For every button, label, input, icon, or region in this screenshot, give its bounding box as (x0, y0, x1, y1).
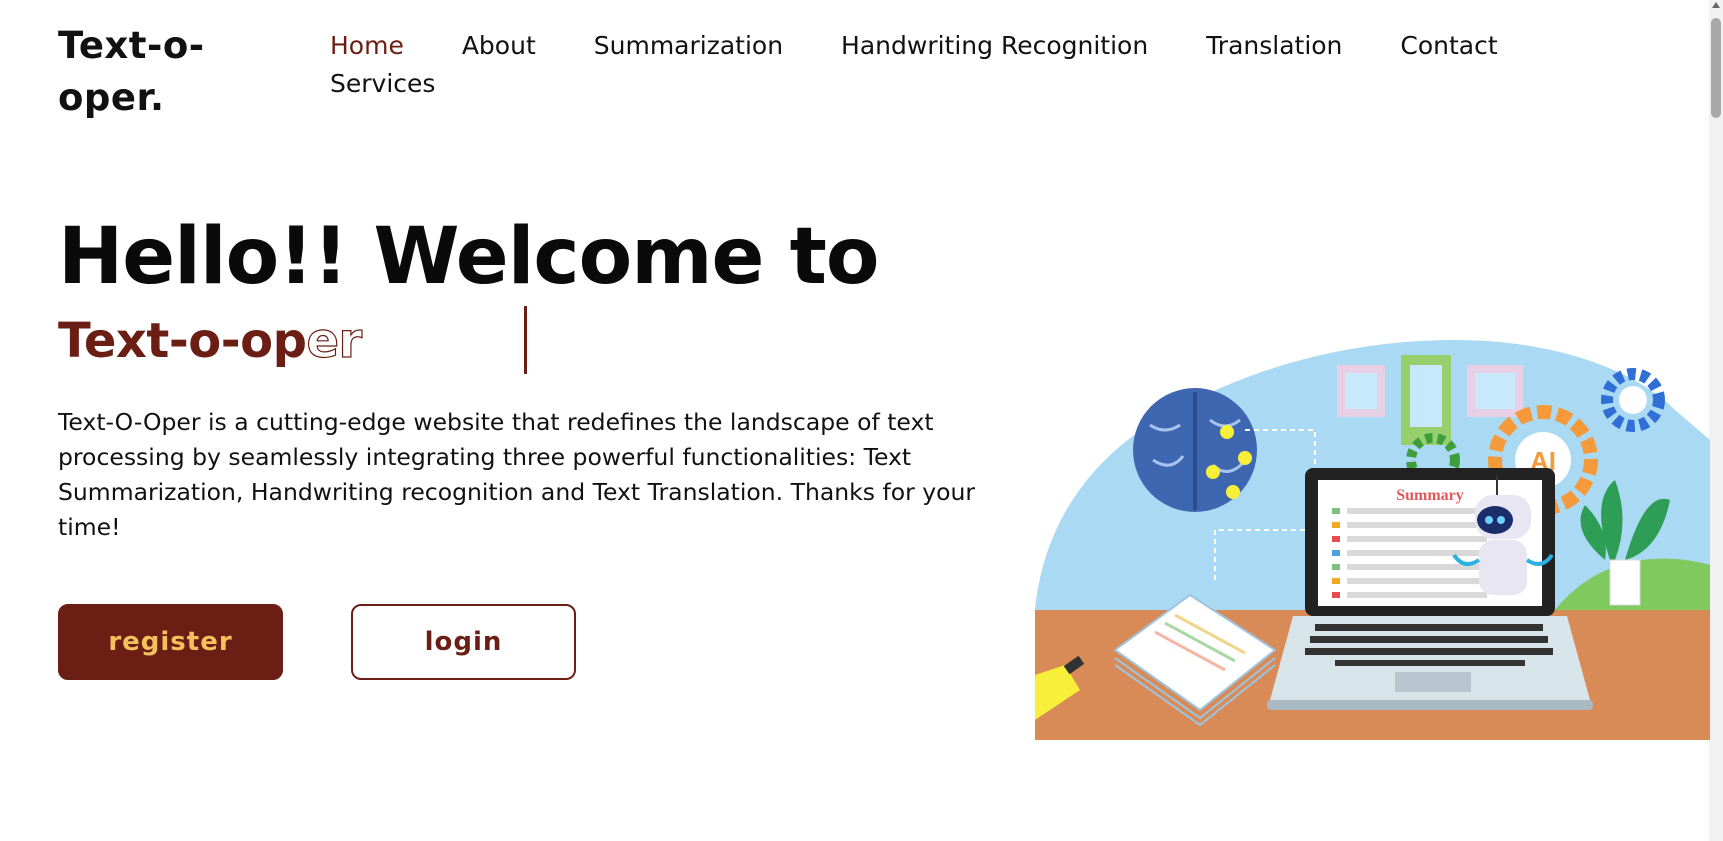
register-button[interactable]: register (58, 604, 283, 680)
laptop-screen-title: Summary (1396, 487, 1464, 504)
scroll-up-arrow-icon[interactable] (1712, 2, 1720, 8)
hero-illustration: AI Summary (1035, 340, 1710, 740)
hero-title: Hello!! Welcome to (58, 212, 879, 302)
login-button[interactable]: login (351, 604, 576, 680)
scroll-thumb[interactable] (1711, 18, 1721, 118)
typed-text: Text-o-oper (58, 306, 578, 376)
nav-contact[interactable]: Contact (1400, 30, 1497, 62)
hero-description: Text-O-Oper is a cutting-edge website th… (58, 408, 976, 541)
nav-services[interactable]: Services (330, 68, 435, 100)
nav-translation[interactable]: Translation (1206, 30, 1342, 62)
typing-caret (524, 306, 527, 374)
site-logo[interactable]: Text-o-oper. (58, 20, 238, 124)
main-nav: Home About Summarization Handwriting Rec… (330, 30, 1660, 100)
nav-summarization[interactable]: Summarization (594, 30, 783, 62)
nav-handwriting-recognition[interactable]: Handwriting Recognition (841, 30, 1148, 62)
nav-home[interactable]: Home (330, 30, 404, 62)
laptop-trackpad (1395, 672, 1471, 692)
nav-about[interactable]: About (462, 30, 536, 62)
typed-text-filled: Text-o-op (58, 313, 307, 369)
typed-text-outline: er (306, 312, 363, 369)
page-scrollbar[interactable] (1709, 0, 1723, 841)
brain-icon (1133, 388, 1257, 512)
